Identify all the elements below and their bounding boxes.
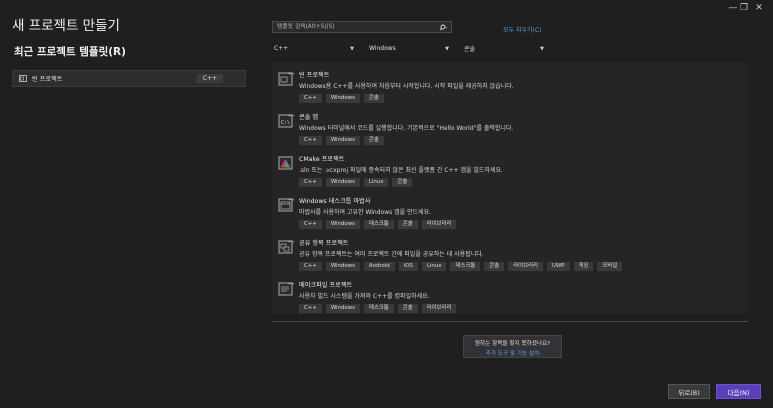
template-tag: 라이브러리 bbox=[421, 304, 457, 313]
template-tag: 콘솔 bbox=[484, 262, 505, 271]
template-tag: UWP bbox=[547, 262, 570, 271]
empty-project-icon bbox=[19, 75, 27, 82]
template-description: .sln 또는 .vcxproj 파일에 종속되지 않은 최신 플랫폼 간 C+… bbox=[299, 167, 503, 174]
template-tag: Windows bbox=[325, 262, 360, 271]
template-item-desktop-wizard[interactable]: ++ Windows 데스크톱 마법사 마법사를 사용하여 고유한 Window… bbox=[272, 192, 748, 232]
template-tag: 콘솔 bbox=[397, 220, 418, 229]
template-tag: Linux bbox=[363, 178, 389, 187]
template-tag: 데스크톱 bbox=[363, 304, 394, 313]
recent-template-item[interactable]: 빈 프로젝트 C++ bbox=[12, 70, 246, 87]
recent-template-tag: C++ bbox=[196, 74, 223, 83]
svg-text:++: ++ bbox=[288, 113, 294, 118]
template-tag: 콘솔 bbox=[363, 94, 384, 103]
platform-filter[interactable]: Windows ▼ bbox=[369, 43, 449, 54]
clear-all-link[interactable]: 모두 지우기(C) bbox=[503, 25, 541, 34]
template-tag: 콘솔 bbox=[392, 178, 413, 187]
template-tag: 게임 bbox=[573, 262, 594, 271]
svg-text:++: ++ bbox=[288, 197, 294, 202]
template-item-shared-items[interactable]: ++ 공유 항목 프로젝트 공유 항목 프로젝트는 여러 프로젝트 간에 파일을… bbox=[272, 234, 748, 274]
page-title: 새 프로젝트 만들기 bbox=[12, 18, 120, 34]
project-type-filter-value: 콘솔 bbox=[464, 46, 476, 53]
template-description: Windows용 C++를 사용하여 처음부터 시작합니다. 시작 파일을 제공… bbox=[299, 83, 514, 90]
template-tags: C++ Windows 데스크톱 콘솔 라이브러리 bbox=[299, 304, 457, 313]
template-search-box[interactable] bbox=[272, 21, 452, 33]
template-name: Windows 데스크톱 마법사 bbox=[299, 198, 371, 205]
template-tag: 데스크톱 bbox=[363, 220, 394, 229]
template-tag: 콘솔 bbox=[363, 136, 384, 145]
template-tag: C++ bbox=[299, 262, 322, 271]
template-tag: Windows bbox=[325, 304, 360, 313]
template-tags: C++ Windows 데스크톱 콘솔 라이브러리 bbox=[299, 220, 457, 229]
template-tag: C++ bbox=[299, 220, 322, 229]
template-name: CMake 프로젝트 bbox=[299, 156, 345, 163]
template-tag: 데스크톱 bbox=[450, 262, 481, 271]
desktop-wizard-icon: ++ bbox=[278, 197, 294, 212]
template-tag: Windows bbox=[325, 94, 360, 103]
shared-items-icon: ++ bbox=[278, 239, 294, 254]
svg-text:++: ++ bbox=[288, 71, 294, 76]
cmake-project-icon bbox=[278, 156, 293, 170]
template-search-input[interactable] bbox=[273, 23, 429, 31]
template-list[interactable]: ++ 빈 프로젝트 Windows용 C++를 사용하여 처음부터 시작합니다.… bbox=[272, 62, 748, 314]
template-item-empty-project[interactable]: ++ 빈 프로젝트 Windows용 C++를 사용하여 처음부터 시작합니다.… bbox=[272, 66, 748, 106]
template-name: 메이크파일 프로젝트 bbox=[299, 282, 353, 289]
template-tag: 모바일 bbox=[597, 262, 623, 271]
template-tags: C++ Windows 콘솔 bbox=[299, 136, 384, 145]
console-app-icon: ++ C:\ bbox=[278, 113, 294, 128]
list-divider bbox=[272, 321, 748, 322]
template-tag: 라이브러리 bbox=[421, 220, 457, 229]
template-tag: C++ bbox=[299, 178, 322, 187]
template-description: 마법사를 사용하여 고유한 Windows 앱을 만드세요. bbox=[299, 209, 432, 216]
template-tag: 콘솔 bbox=[397, 304, 418, 313]
language-filter-value: C++ bbox=[274, 45, 289, 52]
template-tags: C++ Windows Linux 콘솔 bbox=[299, 178, 413, 187]
not-found-panel: 원하는 항목을 찾지 못하셨나요? 추가 도구 및 기능 설치 bbox=[463, 335, 562, 358]
chevron-down-icon: ▼ bbox=[540, 45, 544, 52]
empty-project-icon: ++ bbox=[278, 71, 294, 86]
svg-text:C:\: C:\ bbox=[281, 120, 290, 126]
language-filter[interactable]: C++ ▼ bbox=[274, 43, 354, 54]
back-button[interactable]: 뒤로(B) bbox=[668, 384, 710, 399]
template-tag: Windows bbox=[325, 220, 360, 229]
makefile-project-icon: ++ bbox=[278, 281, 294, 296]
template-tags: C++ Windows 콘솔 bbox=[299, 94, 384, 103]
template-tag: C++ bbox=[299, 94, 322, 103]
chevron-down-icon: ▼ bbox=[445, 45, 449, 52]
template-tag: Linux bbox=[421, 262, 447, 271]
template-description: Windows 터미널에서 코드를 실행합니다. 기본적으로 "Hello Wo… bbox=[299, 125, 514, 132]
template-tag: C++ bbox=[299, 136, 322, 145]
template-tag: iOS bbox=[398, 262, 418, 271]
template-item-cmake-project[interactable]: CMake 프로젝트 .sln 또는 .vcxproj 파일에 종속되지 않은 … bbox=[272, 150, 748, 190]
template-tag: C++ bbox=[299, 304, 322, 313]
template-tag: Android bbox=[363, 262, 395, 271]
restore-button[interactable]: ❐ bbox=[737, 2, 751, 14]
recent-template-label: 빈 프로젝트 bbox=[32, 76, 63, 83]
template-item-console-app[interactable]: ++ C:\ 콘솔 앱 Windows 터미널에서 코드를 실행합니다. 기본적… bbox=[272, 108, 748, 148]
template-name: 콘솔 앱 bbox=[299, 114, 319, 121]
close-button[interactable]: ✕ bbox=[752, 2, 766, 14]
template-tags: C++ Windows Android iOS Linux 데스크톱 콘솔 라이… bbox=[299, 262, 623, 271]
not-found-question: 원하는 항목을 찾지 못하셨나요? bbox=[474, 341, 551, 347]
install-tools-link[interactable]: 추가 도구 및 기능 설치 bbox=[464, 349, 561, 357]
platform-filter-value: Windows bbox=[369, 45, 396, 52]
project-type-filter[interactable]: 콘솔 ▼ bbox=[464, 43, 544, 54]
search-icon[interactable] bbox=[439, 24, 448, 31]
template-name: 공유 항목 프로젝트 bbox=[299, 240, 349, 247]
template-description: 공유 항목 프로젝트는 여러 프로젝트 간에 파일을 공유하는 데 사용됩니다. bbox=[299, 251, 484, 258]
template-tag: 라이브러리 bbox=[508, 262, 544, 271]
svg-text:++: ++ bbox=[288, 281, 294, 286]
template-description: 사용자 빌드 시스템을 가져와 C++를 컴파일하세요. bbox=[299, 293, 430, 300]
chevron-down-icon: ▼ bbox=[350, 45, 354, 52]
template-tag: Windows bbox=[325, 136, 360, 145]
svg-text:++: ++ bbox=[288, 239, 294, 244]
template-name: 빈 프로젝트 bbox=[299, 72, 330, 79]
recent-templates-heading: 최근 프로젝트 템플릿(R) bbox=[14, 46, 126, 58]
next-button[interactable]: 다음(N) bbox=[716, 384, 761, 399]
template-tag: Windows bbox=[325, 178, 360, 187]
template-item-makefile-project[interactable]: ++ 메이크파일 프로젝트 사용자 빌드 시스템을 가져와 C++를 컴파일하세… bbox=[272, 276, 748, 316]
